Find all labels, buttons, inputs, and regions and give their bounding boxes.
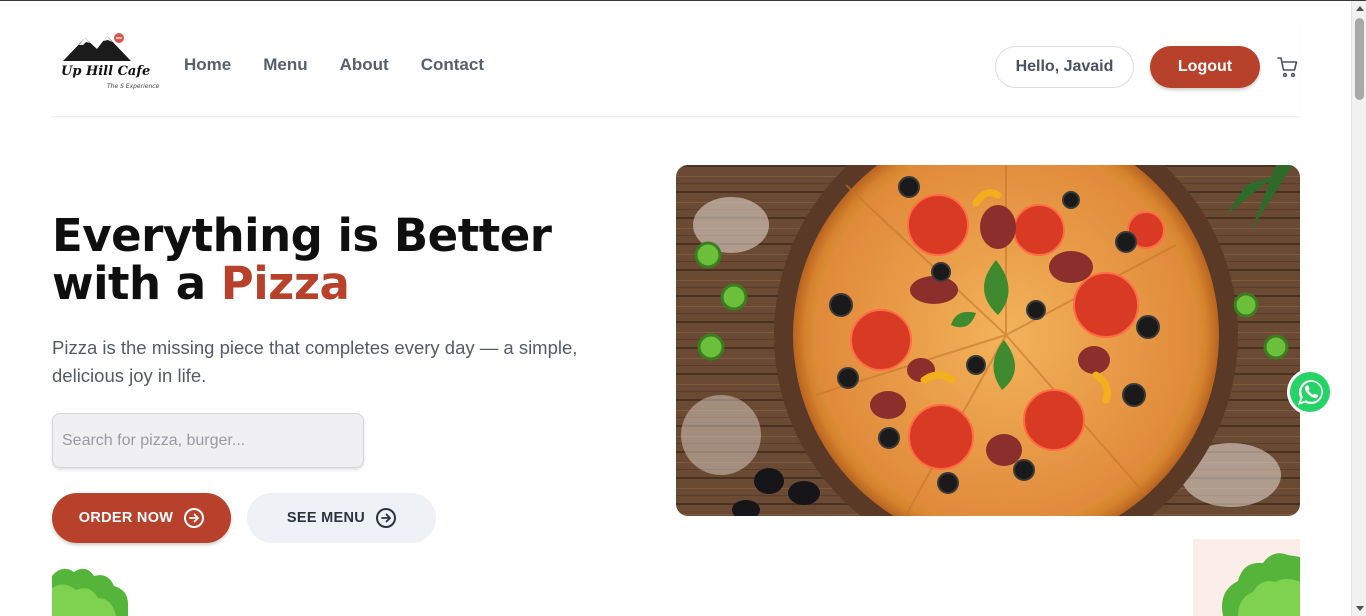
search-input[interactable] bbox=[52, 413, 364, 468]
lettuce-decoration-right bbox=[1193, 539, 1300, 616]
nav-link-home[interactable]: Home bbox=[184, 55, 231, 75]
nav-link-menu[interactable]: Menu bbox=[263, 55, 307, 75]
see-menu-button[interactable]: SEE MENU bbox=[247, 493, 436, 543]
order-now-button[interactable]: ORDER NOW bbox=[52, 493, 231, 543]
scroll-up-arrow-icon[interactable] bbox=[1352, 1, 1366, 16]
whatsapp-icon[interactable] bbox=[1285, 367, 1335, 417]
main-nav: Home Menu About Contact bbox=[184, 55, 484, 75]
hero-pizza-image bbox=[676, 165, 1300, 516]
hero-title-accent: Pizza bbox=[220, 257, 350, 310]
brand-name: Up Hill Cafe bbox=[61, 64, 151, 79]
arrow-circle-right-icon bbox=[184, 508, 205, 528]
vertical-scrollbar[interactable] bbox=[1351, 1, 1366, 616]
logout-button[interactable]: Logout bbox=[1150, 46, 1260, 88]
nav-link-contact[interactable]: Contact bbox=[421, 55, 484, 75]
hero-title-prefix: with a bbox=[52, 257, 221, 310]
window-top-border bbox=[0, 0, 1366, 1]
lettuce-decoration-left bbox=[52, 566, 152, 616]
hero-title: Everything is Better with a Pizza bbox=[52, 209, 552, 310]
scrollbar-thumb[interactable] bbox=[1355, 18, 1364, 100]
hero-description: Pizza is the missing piece that complete… bbox=[52, 337, 578, 386]
arrow-circle-right-icon bbox=[376, 508, 397, 528]
site-header: Up Hill Cafe The S Experience Home Menu … bbox=[51, 17, 1300, 117]
order-now-label: ORDER NOW bbox=[78, 510, 174, 526]
nav-link-about[interactable]: About bbox=[340, 55, 389, 75]
user-greeting[interactable]: Hello, Javaid bbox=[995, 46, 1134, 88]
scroll-down-arrow-icon[interactable] bbox=[1352, 601, 1366, 616]
cart-icon[interactable] bbox=[1276, 55, 1300, 79]
hero-title-line1: Everything is Better bbox=[52, 209, 552, 262]
see-menu-label: SEE MENU bbox=[286, 510, 366, 526]
brand-tagline: The S Experience bbox=[107, 83, 160, 90]
site-logo[interactable]: Up Hill Cafe The S Experience bbox=[59, 31, 159, 97]
